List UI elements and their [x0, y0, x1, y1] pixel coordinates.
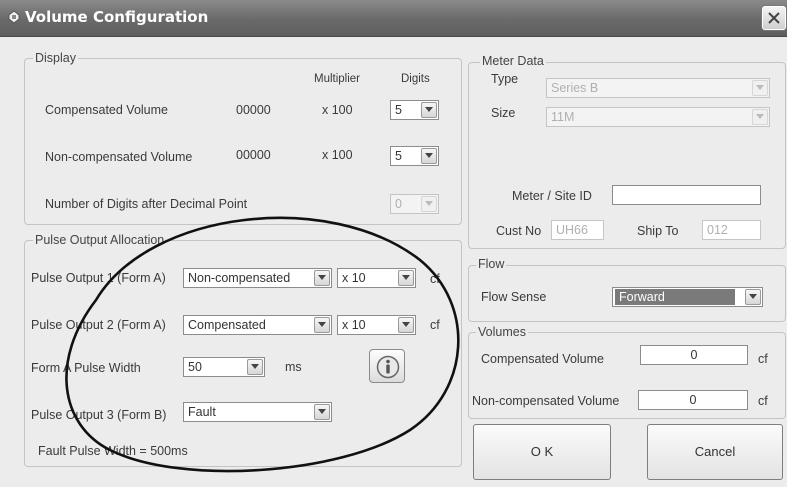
noncompensated-volume-label: Non-compensated Volume: [45, 150, 193, 164]
chevron-down-icon: [314, 317, 330, 333]
cust-no-label: Cust No: [496, 224, 542, 238]
pulse-output-group-label: Pulse Output Allocation: [33, 233, 167, 247]
meter-type-label: Type: [491, 72, 519, 86]
chevron-down-icon: [247, 359, 263, 375]
meter-size-select[interactable]: 11M: [546, 107, 770, 127]
volume-configuration-window: Volume Configuration Display Multiplier …: [0, 0, 787, 487]
pulse-output-3-select[interactable]: Fault: [183, 402, 332, 422]
flow-sense-label: Flow Sense: [481, 290, 547, 304]
info-icon: [376, 355, 400, 379]
site-id-label: Meter / Site ID: [512, 189, 592, 203]
site-id-input[interactable]: [612, 185, 761, 205]
cust-no-input[interactable]: UH66: [551, 220, 604, 240]
chevron-down-icon: [314, 270, 330, 286]
chevron-down-icon: [752, 80, 768, 96]
pulse-output-1-unit: cf: [430, 272, 440, 286]
flow-group-label: Flow: [476, 257, 507, 271]
compensated-volume-value: 00000: [236, 103, 271, 117]
noncompensated-volume-input[interactable]: 0: [638, 390, 748, 410]
ok-button[interactable]: O K: [473, 424, 611, 480]
multiplier-header: Multiplier: [314, 73, 361, 85]
pulse-output-1-label: Pulse Output 1 (Form A): [31, 271, 166, 285]
chevron-down-icon: [421, 148, 437, 164]
cancel-button-label: Cancel: [694, 444, 736, 459]
info-button[interactable]: [369, 349, 405, 383]
display-group-label: Display: [33, 51, 78, 65]
title-bar: Volume Configuration: [0, 0, 787, 37]
compensated-volume-input[interactable]: 0: [640, 345, 748, 365]
close-button[interactable]: [762, 6, 786, 30]
ship-to-input[interactable]: 012: [702, 220, 761, 240]
ship-to-label: Ship To: [637, 224, 679, 238]
pulse-output-2-unit: cf: [430, 318, 440, 332]
close-icon: [768, 12, 780, 24]
compensated-volume-unit: cf: [758, 352, 768, 366]
noncompensated-volume-value: 00000: [236, 148, 271, 162]
noncompensated-digits-select[interactable]: 5: [390, 146, 439, 166]
compensated-volume-label: Compensated Volume: [45, 103, 168, 117]
chevron-down-icon: [398, 317, 414, 333]
chevron-down-icon: [752, 109, 768, 125]
pulse-width-label: Form A Pulse Width: [31, 361, 141, 375]
ok-button-label: O K: [530, 444, 554, 459]
app-icon: [8, 10, 20, 24]
compensated-multiplier: x 100: [322, 103, 353, 117]
noncompensated-volume-unit: cf: [758, 394, 768, 408]
pulse-width-unit: ms: [285, 360, 302, 374]
cancel-button[interactable]: Cancel: [647, 424, 783, 480]
pulse-output-3-label: Pulse Output 3 (Form B): [31, 408, 167, 422]
chevron-down-icon: [421, 196, 437, 212]
meter-size-label: Size: [491, 106, 516, 120]
volumes-group-label: Volumes: [476, 325, 528, 339]
pulse-output-1-multiplier-select[interactable]: x 10: [337, 268, 416, 288]
chevron-down-icon: [421, 102, 437, 118]
pulse-output-2-multiplier-select[interactable]: x 10: [337, 315, 416, 335]
meter-type-select[interactable]: Series B: [546, 78, 770, 98]
decimal-digits-select[interactable]: 0: [390, 194, 439, 214]
compensated-digits-select[interactable]: 5: [390, 100, 439, 120]
pulse-output-2-label: Pulse Output 2 (Form A): [31, 318, 166, 332]
window-title: Volume Configuration: [25, 8, 209, 26]
pulse-output-2-select[interactable]: Compensated: [183, 315, 332, 335]
noncompensated-multiplier: x 100: [322, 148, 353, 162]
digits-header: Digits: [401, 73, 430, 85]
chevron-down-icon: [745, 289, 761, 305]
flow-sense-select[interactable]: Forward: [612, 287, 763, 307]
pulse-output-1-select[interactable]: Non-compensated: [183, 268, 332, 288]
pulse-width-select[interactable]: 50: [183, 357, 265, 377]
noncompensated-volume-total-label: Non-compensated Volume: [472, 394, 620, 408]
chevron-down-icon: [398, 270, 414, 286]
decimal-digits-label: Number of Digits after Decimal Point: [45, 197, 248, 211]
meter-data-group-label: Meter Data: [480, 54, 546, 68]
compensated-volume-total-label: Compensated Volume: [481, 352, 604, 366]
fault-pulse-width-text: Fault Pulse Width = 500ms: [38, 444, 188, 458]
chevron-down-icon: [314, 404, 330, 420]
